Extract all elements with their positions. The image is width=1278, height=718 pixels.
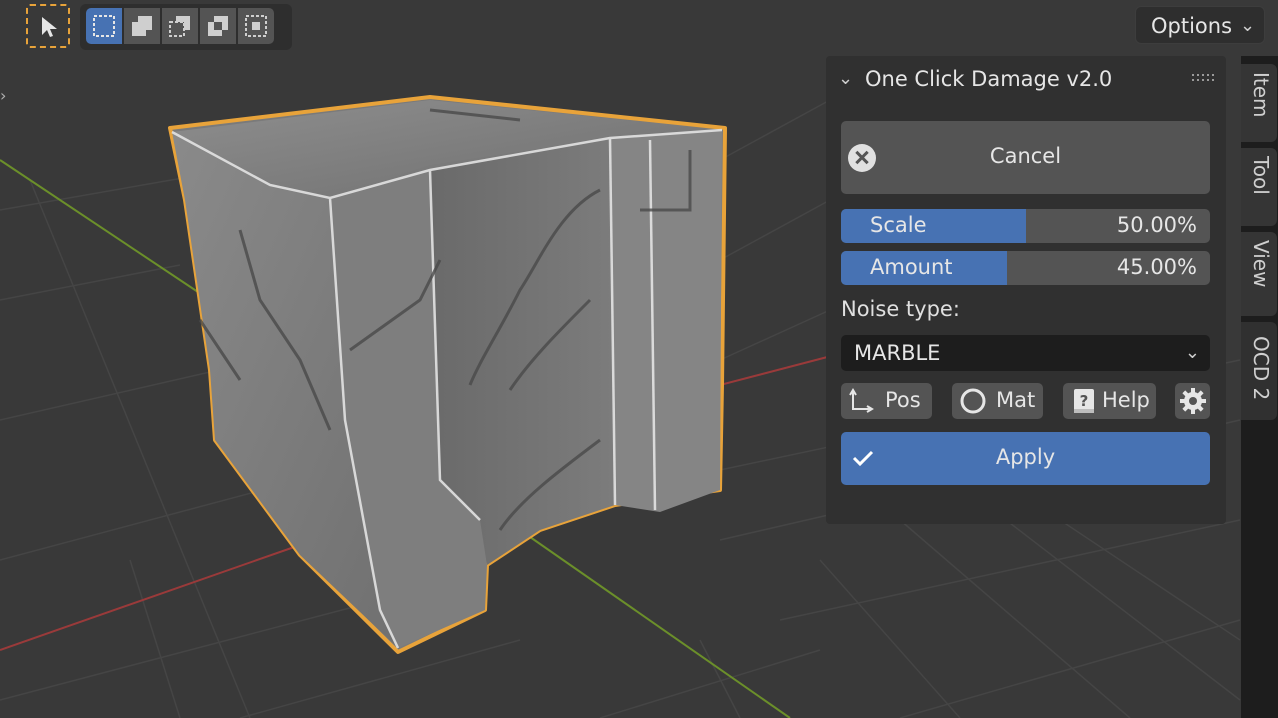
options-dropdown[interactable]: Options ⌄ [1135, 6, 1265, 44]
chevron-down-icon: ⌄ [838, 68, 854, 89]
noise-type-dropdown[interactable]: MARBLE ⌄ [841, 335, 1210, 371]
noise-type-label: Noise type: [841, 297, 960, 321]
select-extend-button[interactable] [124, 8, 160, 44]
chevron-down-icon: ⌄ [1240, 15, 1256, 36]
amount-slider[interactable]: Amount 45.00% [841, 251, 1210, 285]
help-button[interactable]: ? Help [1063, 383, 1156, 419]
tab-ocd2-label: OCD 2 [1249, 336, 1273, 401]
chevron-down-icon: ⌄ [1184, 342, 1200, 363]
tab-tool[interactable]: Tool [1241, 148, 1277, 226]
expand-toolbar-icon[interactable]: › [0, 86, 12, 105]
svg-text:?: ? [1080, 392, 1089, 410]
select-invert-button[interactable] [200, 8, 236, 44]
apply-button[interactable]: Apply [841, 432, 1210, 485]
scale-label: Scale [870, 213, 927, 237]
mat-button[interactable]: Mat [952, 383, 1043, 419]
mat-label: Mat [996, 388, 1036, 412]
noise-type-value: MARBLE [854, 341, 941, 365]
damaged-cube[interactable] [168, 95, 727, 654]
select-extend-icon [132, 16, 152, 36]
scale-slider[interactable]: Scale 50.00% [841, 209, 1210, 243]
cancel-button[interactable]: Cancel [841, 121, 1210, 194]
cube-right-column [610, 130, 722, 512]
help-label: Help [1102, 388, 1150, 412]
axis-gizmo-icon [849, 388, 874, 413]
amount-value: 45.00% [1116, 255, 1197, 279]
scale-value: 50.00% [1116, 213, 1197, 237]
select-tool-button[interactable] [26, 4, 70, 48]
tab-item-label: Item [1249, 72, 1273, 118]
cancel-label: Cancel [989, 144, 1062, 168]
options-label: Options [1151, 14, 1233, 38]
gear-icon [1180, 388, 1206, 414]
selection-mode-group [86, 8, 274, 44]
tab-view-label: View [1249, 240, 1273, 288]
select-intersect-button[interactable] [238, 8, 274, 44]
apply-label: Apply [995, 445, 1056, 469]
select-subtract-icon [169, 16, 190, 37]
drag-grip-icon[interactable] [1192, 74, 1216, 86]
select-new-icon [93, 15, 115, 37]
help-book-icon: ? [1074, 389, 1094, 413]
material-circle-icon [960, 388, 986, 414]
scale-slider-fill [841, 209, 1026, 243]
select-subtract-button[interactable] [162, 8, 198, 44]
select-invert-icon [208, 16, 228, 36]
amount-label: Amount [870, 255, 953, 279]
settings-button[interactable] [1175, 383, 1210, 419]
tab-item[interactable]: Item [1241, 64, 1277, 142]
pos-button[interactable]: Pos [841, 383, 932, 419]
panel-title: One Click Damage v2.0 [865, 67, 1113, 91]
tab-tool-label: Tool [1249, 156, 1273, 195]
select-intersect-icon [245, 15, 267, 37]
cursor-arrow-icon [42, 17, 57, 37]
tab-ocd2[interactable]: OCD 2 [1241, 322, 1277, 420]
select-new-button[interactable] [86, 8, 122, 44]
tab-view[interactable]: View [1241, 232, 1277, 316]
pos-label: Pos [885, 388, 921, 412]
